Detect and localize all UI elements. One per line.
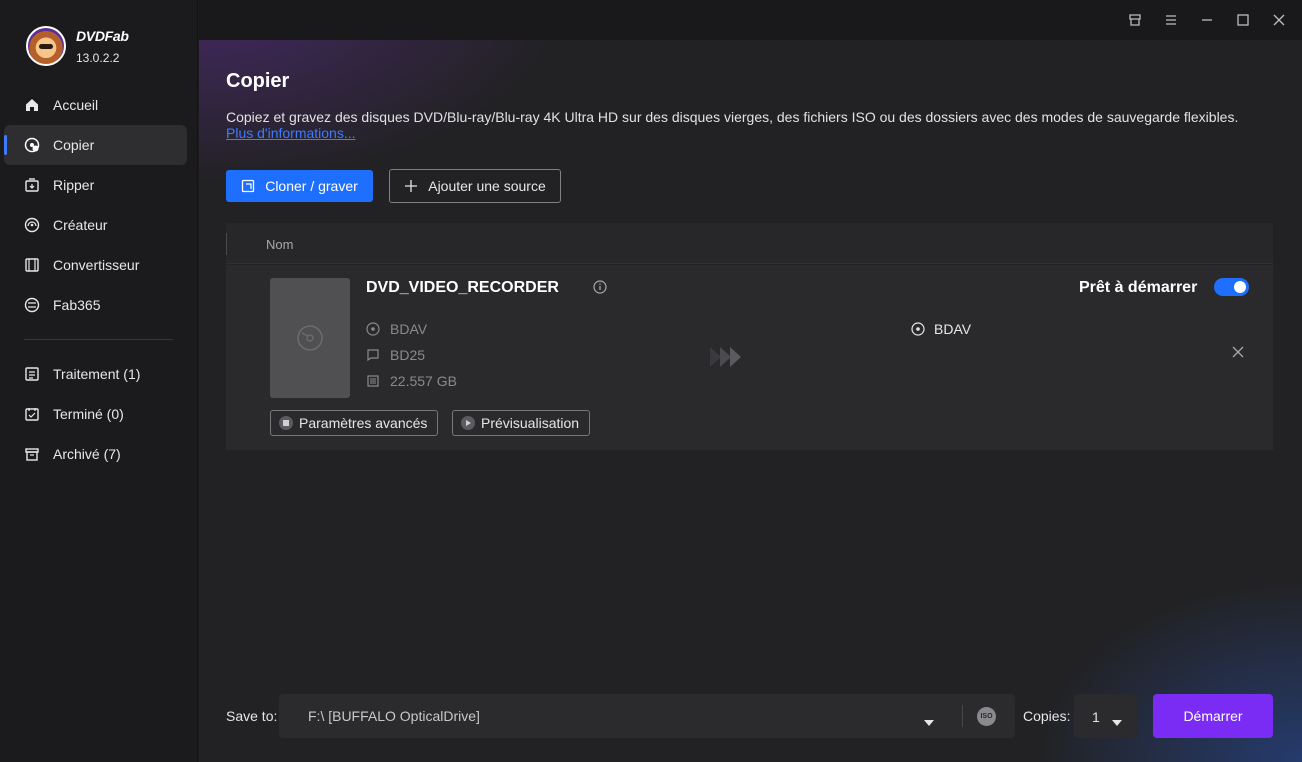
sidebar-divider [24, 339, 173, 340]
more-info-link[interactable]: Plus d'informations... [226, 125, 356, 141]
file-size: 22.557 GB [366, 373, 457, 389]
converter-icon [24, 257, 40, 273]
sidebar-item-accueil[interactable]: Accueil [4, 85, 187, 125]
preview-button[interactable]: Prévisualisation [452, 410, 591, 436]
main-panel: Copier Copiez et gravez des disques DVD/… [199, 0, 1302, 762]
done-icon [24, 406, 40, 422]
sidebar-item-convertisseur[interactable]: Convertisseur [4, 245, 187, 285]
sidebar-item-ripper[interactable]: Ripper [4, 165, 187, 205]
disc-type-icon [366, 348, 380, 362]
sidebar-item-copier[interactable]: Copier [4, 125, 187, 165]
info-icon[interactable] [593, 280, 607, 299]
target-format[interactable]: BDAV [911, 321, 971, 337]
sidebar-item-label: Convertisseur [53, 257, 140, 273]
item-title: DVD_VIDEO_RECORDER [366, 279, 559, 296]
sidebar-item-label: Copier [53, 137, 95, 153]
iso-icon[interactable]: ISO [977, 707, 996, 726]
sidebar-item-label: Accueil [53, 97, 99, 113]
save-to-label: Save to: [226, 708, 278, 724]
start-button[interactable]: Démarrer [1153, 694, 1273, 738]
sidebar-item-label: Ripper [53, 177, 95, 193]
sidebar-item-termine[interactable]: Terminé (0) [4, 394, 187, 434]
advanced-settings-label: Paramètres avancés [299, 415, 428, 431]
app-version: 13.0.2.2 [76, 50, 120, 65]
play-icon [461, 416, 475, 430]
target-disc-icon [911, 322, 925, 336]
enable-toggle[interactable] [1214, 278, 1249, 296]
page-description: Copiez et gravez des disques DVD/Blu-ray… [226, 109, 1239, 125]
close-icon[interactable] [1269, 10, 1289, 30]
sidebar-item-label: Terminé (0) [53, 406, 124, 422]
clone-burn-button[interactable]: Cloner / graver [226, 170, 373, 202]
sidebar-item-archive[interactable]: Archivé (7) [4, 434, 187, 474]
preview-label: Prévisualisation [481, 415, 580, 431]
brand: DVDFab 13.0.2.2 [26, 26, 129, 66]
clone-icon [241, 179, 255, 193]
plus-icon [404, 179, 418, 193]
skin-icon[interactable] [1125, 10, 1145, 30]
disc-type-value: BD25 [390, 347, 426, 363]
settings-icon [279, 416, 293, 430]
sidebar-item-createur[interactable]: Créateur [4, 205, 187, 245]
dvdfab-logo [26, 26, 66, 66]
sidebar-nav: Accueil Copier Ripper Créateur Convertis… [4, 85, 187, 474]
remove-item-icon[interactable] [1231, 345, 1245, 364]
ripper-icon [24, 177, 40, 193]
disc-type: BD25 [366, 347, 425, 363]
column-name: Nom [266, 237, 294, 252]
save-to-select[interactable]: F:\ [BUFFALO OpticalDrive] ISO [279, 694, 1015, 738]
creator-icon [24, 217, 40, 233]
app-name: DVDFab [76, 27, 129, 44]
processing-icon [24, 366, 40, 382]
source-format-value: BDAV [390, 321, 428, 337]
copies-value: 1 [1092, 709, 1100, 725]
sidebar: DVDFab 13.0.2.2 Accueil Copier Ripper Cr… [0, 0, 198, 762]
archive-icon [24, 446, 40, 462]
copies-label: Copies: [1023, 708, 1071, 724]
advanced-settings-button[interactable]: Paramètres avancés [270, 410, 439, 436]
maximize-icon[interactable] [1233, 10, 1253, 30]
copies-select[interactable]: 1 [1074, 694, 1137, 738]
convert-arrow-icon [710, 345, 744, 374]
sidebar-item-label: Traitement (1) [53, 366, 141, 382]
sidebar-item-label: Créateur [53, 217, 108, 233]
sidebar-item-label: Fab365 [53, 297, 101, 313]
header-marker [226, 233, 227, 255]
save-to-value: F:\ [BUFFALO OpticalDrive] [308, 708, 480, 724]
add-source-label: Ajouter une source [428, 178, 546, 194]
fab365-icon [24, 297, 40, 313]
sidebar-item-fab365[interactable]: Fab365 [4, 285, 187, 325]
disc-thumbnail [270, 278, 350, 398]
disc-copy-icon [24, 137, 40, 153]
add-source-button[interactable]: Ajouter une source [389, 169, 561, 203]
chevron-down-icon [924, 713, 934, 731]
home-icon [24, 97, 40, 113]
page-title: Copier [226, 70, 290, 92]
menu-icon[interactable] [1161, 10, 1181, 30]
table-header: Nom [226, 223, 1273, 264]
target-format-value: BDAV [934, 321, 972, 337]
file-size-value: 22.557 GB [390, 373, 457, 389]
sidebar-item-traitement[interactable]: Traitement (1) [4, 354, 187, 394]
source-format: BDAV [366, 321, 427, 337]
size-icon [366, 374, 380, 388]
chevron-down-icon [1112, 713, 1122, 731]
disc-icon [366, 322, 380, 336]
clone-burn-label: Cloner / graver [265, 178, 358, 194]
status-label: Prêt à démarrer [1079, 279, 1198, 296]
divider [962, 705, 963, 727]
table-row: DVD_VIDEO_RECORDER BDAV BD25 22.557 GB B… [226, 265, 1273, 450]
disc-placeholder-icon [297, 325, 323, 351]
title-bar [199, 0, 1302, 40]
sidebar-item-label: Archivé (7) [53, 446, 121, 462]
minimize-icon[interactable] [1197, 10, 1217, 30]
